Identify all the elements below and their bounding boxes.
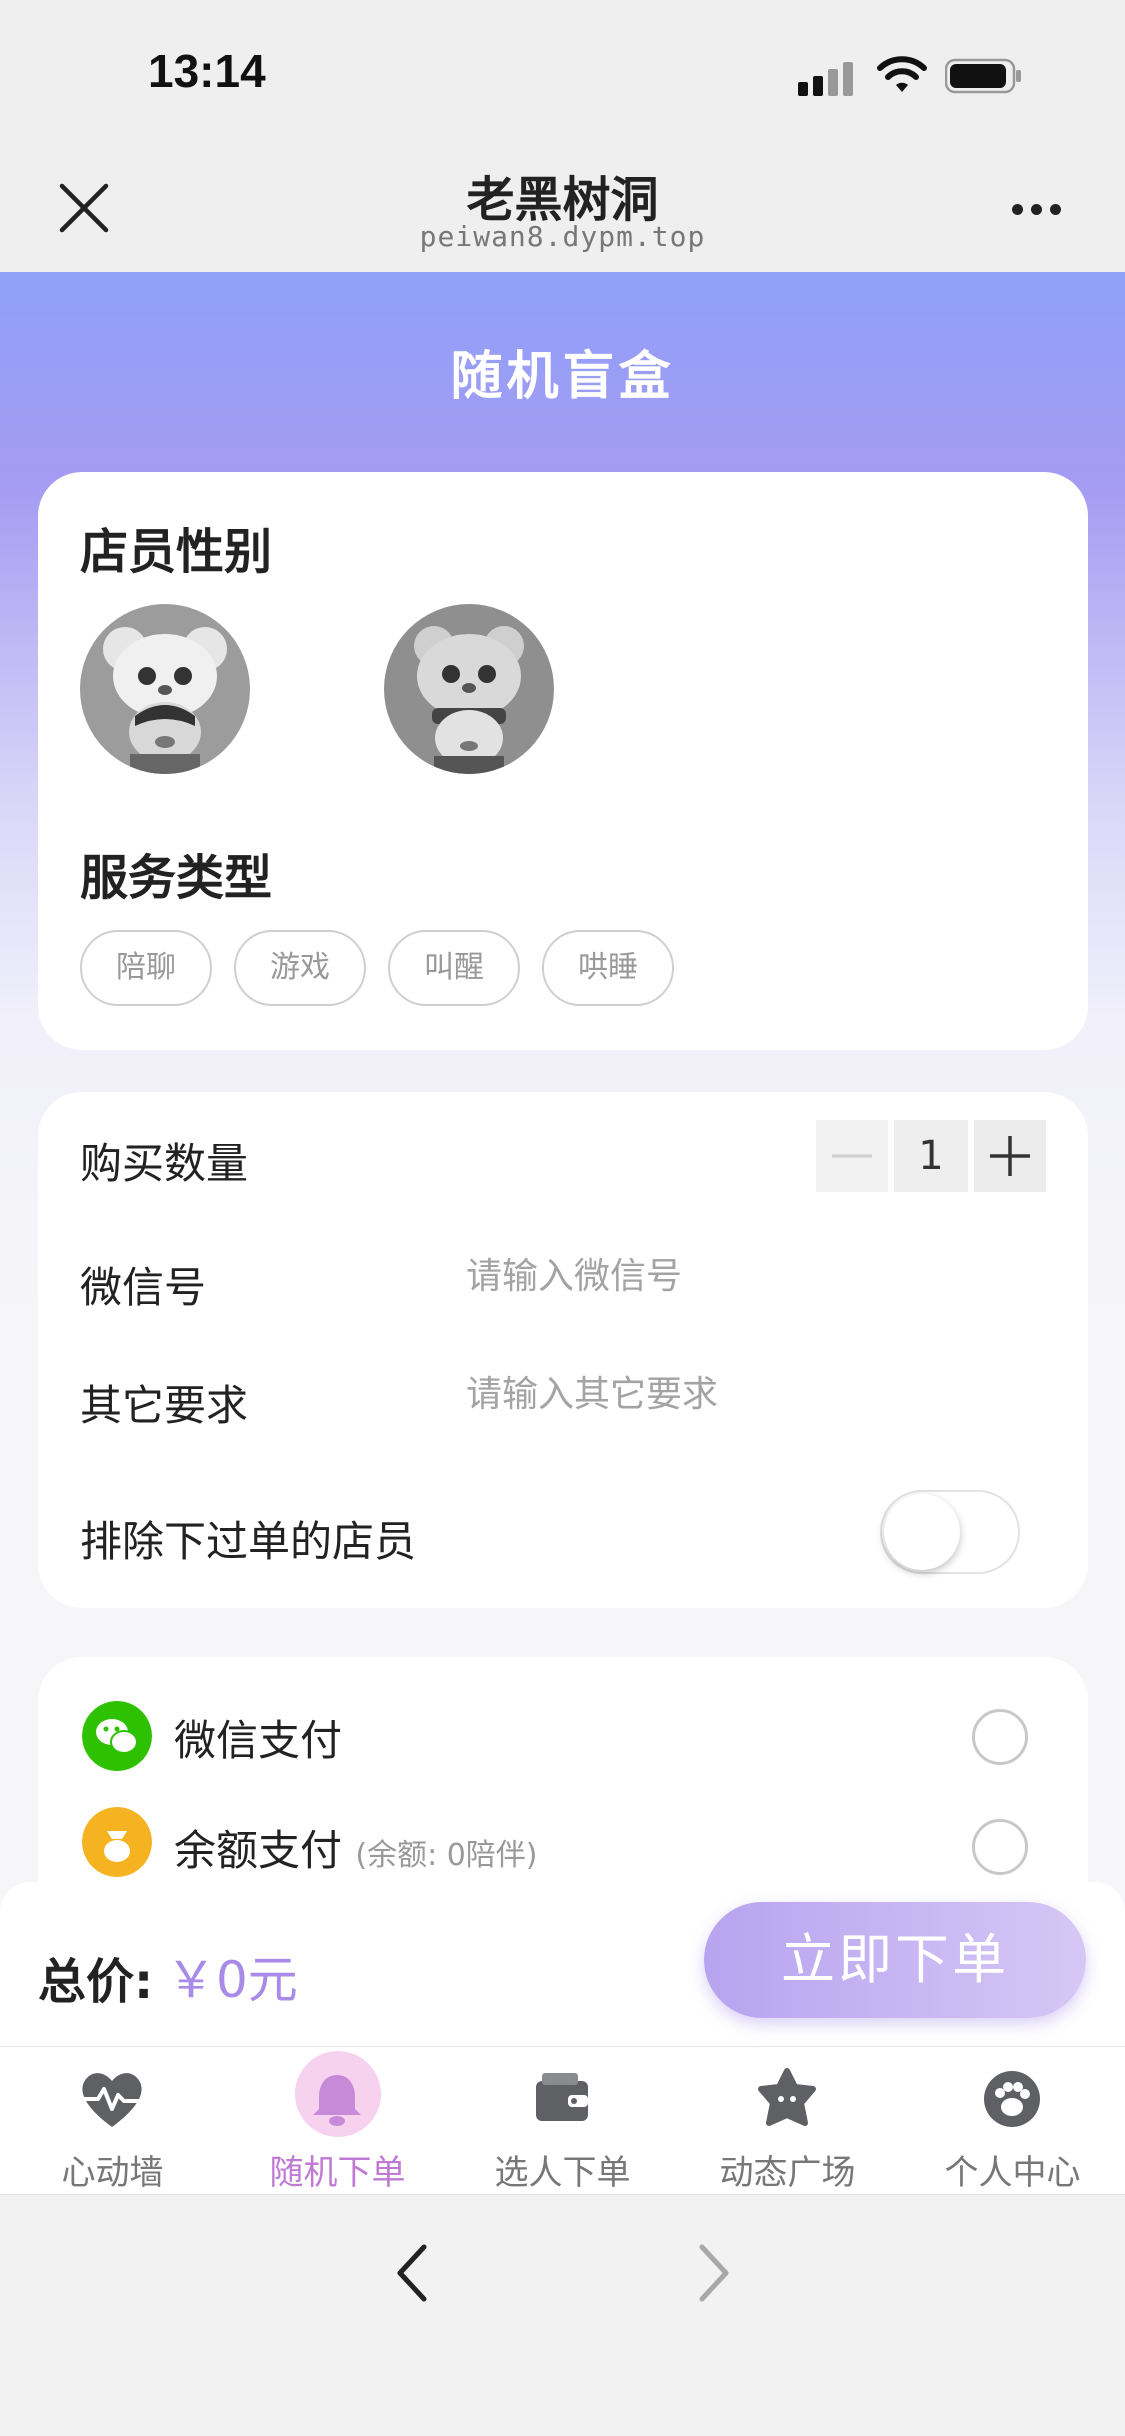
more-icon[interactable] [1012,200,1072,216]
back-arrow-icon[interactable] [392,2241,432,2305]
bell-icon [313,2075,361,2126]
service-tag-sleep[interactable]: 哄睡 [542,930,674,1006]
nav-url: peiwan8.dypm.top [419,220,706,253]
quantity-increment-button[interactable] [974,1120,1046,1192]
tab-random-order[interactable]: 随机下单 [225,2047,450,2195]
wechat-input[interactable] [466,1256,1026,1297]
toggle-knob [884,1494,960,1570]
service-tag-game[interactable]: 游戏 [234,930,366,1006]
service-tag-wakeup[interactable]: 叫醒 [388,930,520,1006]
other-requirements-input[interactable] [466,1374,1026,1415]
tab-bar: 心动墙 随机下单 选人下单 动态广场 个人中心 [0,2046,1125,2194]
quantity-value[interactable]: 1 [894,1120,968,1192]
page-title: 随机盲盒 [450,347,675,407]
tab-choose-order[interactable]: 选人下单 [450,2047,675,2195]
battery-icon [945,58,1021,94]
wechat-pay-radio[interactable] [972,1709,1028,1765]
avatar-female[interactable] [80,604,250,774]
balance-pay-title: 余额支付 [174,1826,343,1875]
exclude-staff-label: 排除下过单的店员 [80,1517,417,1566]
preference-card: 店员性别 服务类型 陪聊 游戏 叫醒 哄睡 [38,472,1088,1050]
tab-label: 随机下单 [269,2153,406,2193]
tab-moments-plaza[interactable]: 动态广场 [675,2047,900,2195]
star-face-icon [758,2068,816,2126]
tab-profile[interactable]: 个人中心 [900,2047,1125,2195]
total-price: ￥0元 [166,1951,298,2009]
status-bar: 13:14 [0,0,1125,140]
male-avatar-icon [384,604,554,774]
minus-icon [832,1154,872,1158]
balance-amount: (余额: 0陪伴) [355,1838,538,1873]
balance-pay-label: 余额支付 (余额: 0陪伴) [174,1817,538,1878]
order-bar: 总价: ￥0元 立即下单 [0,1882,1125,2046]
order-form-card: 购买数量 1 微信号 其它要求 排除下过单的店员 [38,1092,1088,1608]
quantity-decrement-button[interactable] [816,1120,888,1192]
quantity-label: 购买数量 [80,1139,249,1188]
place-order-button[interactable]: 立即下单 [704,1902,1086,2018]
exclude-staff-toggle[interactable] [880,1490,1020,1574]
wifi-icon [877,56,927,92]
paw-icon [984,2071,1040,2127]
avatar-male[interactable] [384,604,554,774]
forward-arrow-icon[interactable] [694,2241,734,2305]
service-section-title: 服务类型 [80,850,273,906]
total-label: 总价: [38,1954,154,2010]
balance-pay-radio[interactable] [972,1819,1028,1875]
wechat-pay-label: 微信支付 [174,1716,343,1765]
tab-label: 选人下单 [494,2153,631,2193]
other-requirements-label: 其它要求 [80,1381,249,1430]
gender-section-title: 店员性别 [80,524,273,580]
tab-label: 个人中心 [944,2153,1081,2193]
browser-nav-bar: 老黑树洞 peiwan8.dypm.top [0,140,1125,272]
wallet-icon [536,2073,588,2121]
status-time: 13:14 [148,45,266,97]
wechat-pay-icon [82,1701,152,1771]
heartbeat-icon [82,2073,142,2127]
wechat-label: 微信号 [80,1263,207,1312]
service-tag-chat[interactable]: 陪聊 [80,930,212,1006]
plus-icon [990,1136,1030,1176]
browser-toolbar [0,2194,1125,2436]
main-content: 随机盲盒 店员性别 服务类型 陪聊 游戏 叫醒 哄睡 购买数量 1 微信号 请输… [0,272,1125,2046]
signal-icon [798,60,858,96]
tab-heart-wall[interactable]: 心动墙 [0,2047,225,2195]
tab-label: 动态广场 [719,2153,856,2193]
female-avatar-icon [80,604,250,774]
tab-label: 心动墙 [61,2153,164,2193]
quantity-stepper: 1 [816,1120,1046,1192]
balance-pay-icon [82,1807,152,1877]
